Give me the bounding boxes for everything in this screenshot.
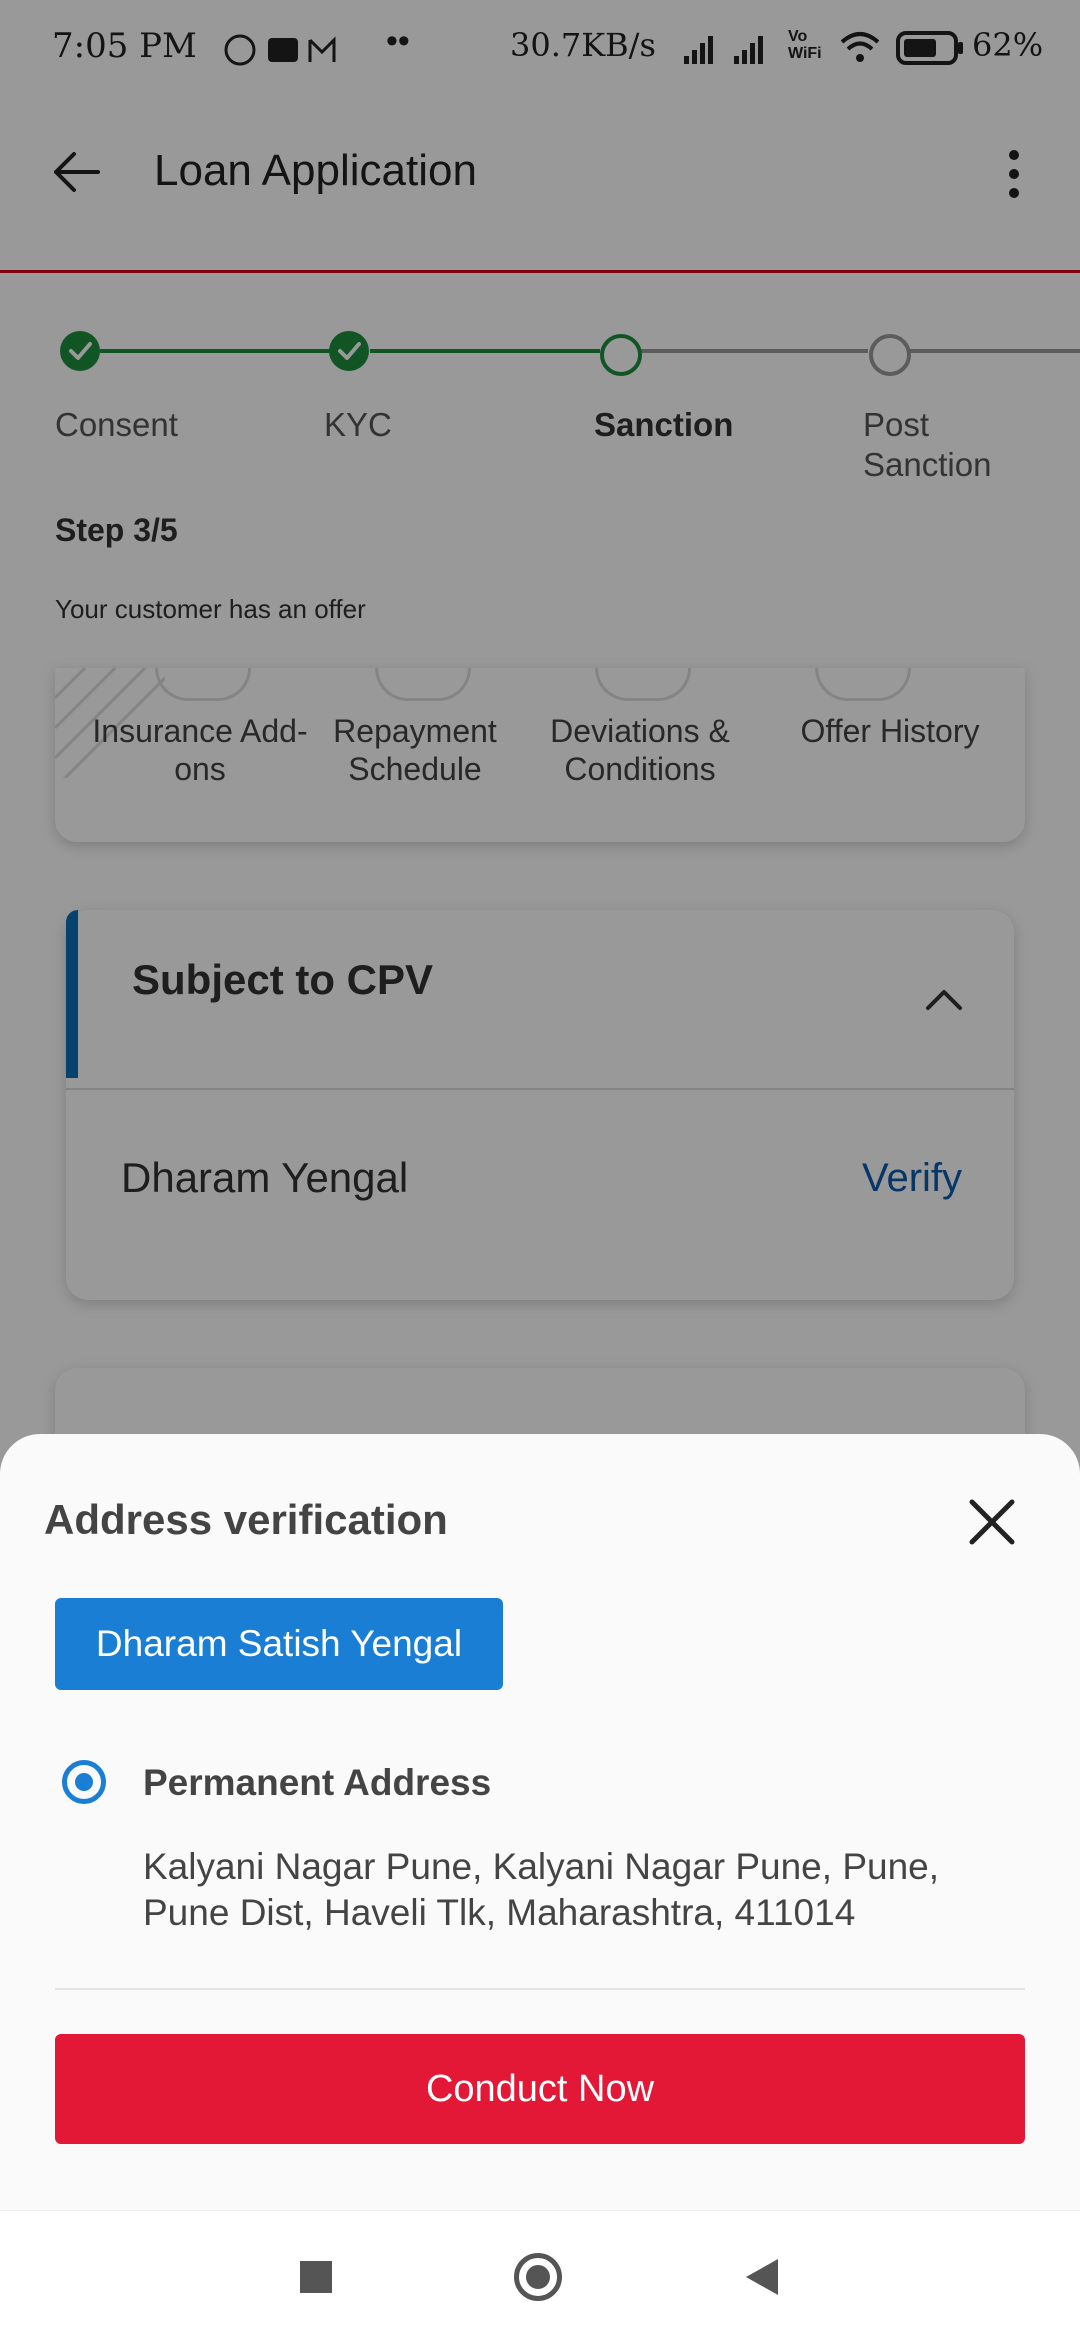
divider [55, 1988, 1025, 1990]
applicant-chip[interactable]: Dharam Satish Yengal [55, 1598, 503, 1690]
sheet-title: Address verification [44, 1496, 448, 1543]
recents-icon[interactable] [300, 2261, 332, 2293]
close-icon[interactable] [966, 1496, 1018, 1548]
back-icon[interactable] [744, 2257, 780, 2297]
home-icon[interactable] [514, 2253, 562, 2301]
radio-selected-icon [75, 1773, 93, 1791]
conduct-now-button[interactable]: Conduct Now [55, 2034, 1025, 2144]
system-nav-bar [0, 2210, 1080, 2341]
address-radio[interactable] [62, 1760, 106, 1804]
address-verification-sheet: Address verification Dharam Satish Yenga… [0, 1434, 1080, 2210]
address-text: Kalyani Nagar Pune, Kalyani Nagar Pune, … [143, 1846, 940, 1933]
address-type-label[interactable]: Permanent Address [143, 1762, 491, 1804]
